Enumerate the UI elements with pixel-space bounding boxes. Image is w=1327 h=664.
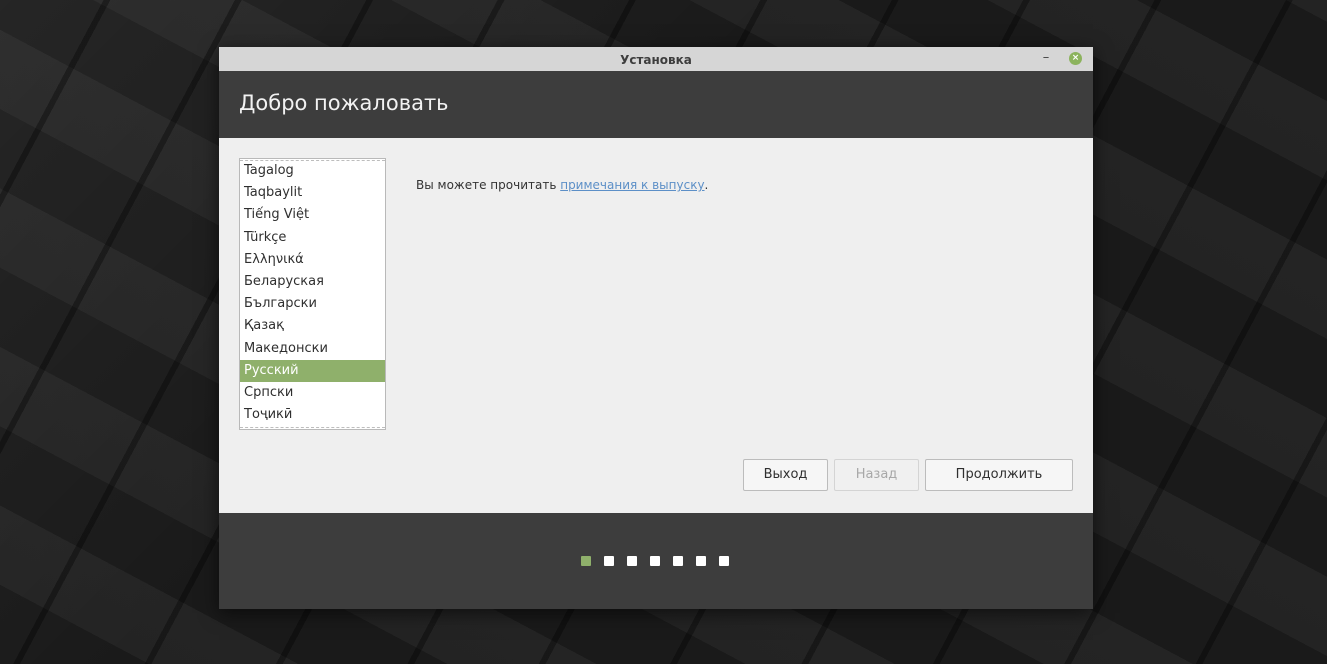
language-list[interactable]: Tagalog Taqbaylit Tiếng Việt Türkçe Ελληνικά…	[239, 158, 386, 430]
list-divider-bottom	[240, 427, 385, 428]
language-item[interactable]: Қазақ	[240, 315, 385, 337]
close-button[interactable]: ×	[1069, 52, 1082, 65]
progress-dot	[604, 556, 614, 566]
language-item[interactable]: Русский	[240, 359, 385, 382]
language-item[interactable]: Türkçe	[240, 227, 385, 249]
progress-dot	[673, 556, 683, 566]
progress-dot	[719, 556, 729, 566]
back-button[interactable]: Назад	[834, 459, 919, 491]
release-notes-suffix: .	[704, 178, 709, 192]
page-title: Добро пожаловать	[239, 91, 449, 115]
progress-footer	[219, 513, 1093, 609]
progress-dot	[650, 556, 660, 566]
progress-dot	[696, 556, 706, 566]
language-item[interactable]: Български	[240, 293, 385, 315]
language-item[interactable]: Ελληνικά	[240, 249, 385, 271]
window-title: Установка	[620, 53, 692, 67]
progress-dot	[627, 556, 637, 566]
quit-button[interactable]: Выход	[743, 459, 828, 491]
language-item[interactable]: Tiếng Việt	[240, 204, 385, 226]
language-item[interactable]: Беларуская	[240, 271, 385, 293]
language-item[interactable]: Тоҷикӣ	[240, 404, 385, 426]
language-item[interactable]: Српски	[240, 382, 385, 404]
continue-button[interactable]: Продолжить	[925, 459, 1073, 491]
close-icon: ×	[1071, 53, 1080, 63]
release-notes-prefix: Вы можете прочитать	[416, 178, 561, 192]
language-item[interactable]: Македонски	[240, 338, 385, 360]
release-notes-link[interactable]: примечания к выпуску	[560, 178, 704, 192]
installer-window: Установка – × Добро пожаловать Tagalog Ta…	[219, 47, 1093, 609]
language-item[interactable]: Tagalog	[240, 160, 385, 182]
release-notes-text: Вы можете прочитать примечания к выпуску…	[416, 178, 708, 192]
title-bar[interactable]: Установка – ×	[219, 47, 1093, 72]
progress-dot	[581, 556, 591, 566]
minimize-button[interactable]: –	[1038, 51, 1054, 66]
language-item[interactable]: Taqbaylit	[240, 182, 385, 204]
page-header: Добро пожаловать	[219, 71, 1093, 138]
